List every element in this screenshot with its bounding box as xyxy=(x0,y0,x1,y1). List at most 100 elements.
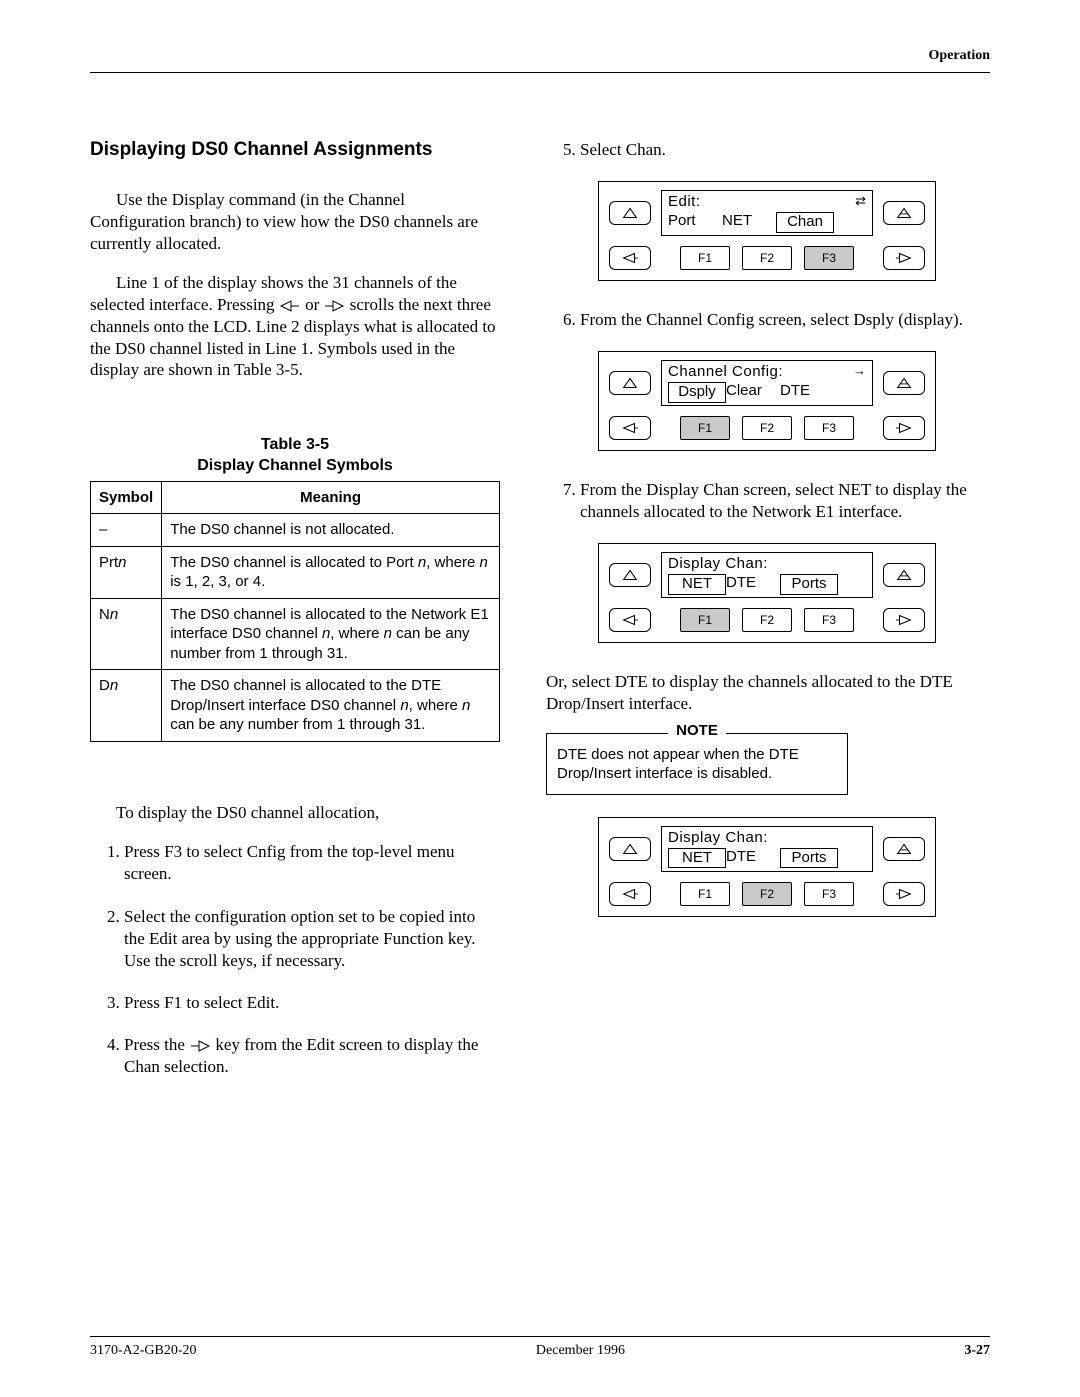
lcd-option: DTE xyxy=(726,848,780,869)
nav-right-button[interactable] xyxy=(883,246,925,270)
step-3: Press F1 to select Edit. xyxy=(124,992,500,1014)
lcd-option: Clear xyxy=(726,382,780,403)
right-steps-list-2: From the Channel Config screen, select D… xyxy=(546,309,988,331)
nav-up-alt-button[interactable] xyxy=(883,837,925,861)
nav-up-alt-button[interactable] xyxy=(883,371,925,395)
intro-para-1: Use the Display command (in the Channel … xyxy=(90,189,500,254)
footer-left: 3170-A2-GB20-20 xyxy=(90,1343,197,1359)
fkey-f1[interactable]: F1 xyxy=(680,246,730,270)
lcd-screen: Display Chan:NETDTEPorts xyxy=(661,552,873,598)
lcd-line1: Channel Config: xyxy=(668,363,866,382)
meaning-cell: The DS0 channel is not allocated. xyxy=(162,514,500,547)
lcd-panel-2: Channel Config:→DsplyClearDTE F1 F2 F3 xyxy=(598,351,936,451)
nav-up-alt-button[interactable] xyxy=(883,201,925,225)
right-steps-list: Select Chan. xyxy=(546,139,988,161)
scroll-left-icon xyxy=(279,300,301,312)
nav-right-button[interactable] xyxy=(883,416,925,440)
section-heading: Displaying DS0 Channel Assignments xyxy=(90,139,500,161)
nav-left-button[interactable] xyxy=(609,608,651,632)
lcd-screen: Edit:⇄PortNETChan xyxy=(661,190,873,236)
lcd-screen: Channel Config:→DsplyClearDTE xyxy=(661,360,873,406)
steps-intro-text: To display the DS0 channel allocation, xyxy=(116,803,379,822)
fkey-f3[interactable]: F3 xyxy=(804,416,854,440)
nav-right-button[interactable] xyxy=(883,608,925,632)
nav-up-button[interactable] xyxy=(609,563,651,587)
scroll-right-icon xyxy=(189,1040,211,1052)
lcd-line2: PortNETChan xyxy=(668,212,866,233)
fkey-f3[interactable]: F3 xyxy=(804,608,854,632)
nav-up-alt-button[interactable] xyxy=(883,563,925,587)
lcd-option: Ports xyxy=(780,848,838,869)
lcd-option: Dsply xyxy=(668,382,726,403)
lcd-scroll-indicator-icon: ⇄ xyxy=(855,194,866,207)
symbol-cell: Prtn xyxy=(91,546,162,598)
fkey-row: F1 F2 F3 xyxy=(661,882,873,906)
fkey-row: F1 F2 F3 xyxy=(661,246,873,270)
nav-up-button[interactable] xyxy=(609,201,651,225)
intro-2b: or xyxy=(301,295,324,314)
lcd-option: NET xyxy=(722,212,776,233)
scroll-right-icon xyxy=(323,300,345,312)
symbol-cell: Nn xyxy=(91,598,162,670)
intro-para-2: Line 1 of the display shows the 31 chann… xyxy=(90,272,500,381)
lcd-panel-4: Display Chan:NETDTEPorts F1 F2 F3 xyxy=(598,817,936,917)
note-box: NOTE DTE does not appear when the DTE Dr… xyxy=(546,733,848,795)
lcd-line2: NETDTEPorts xyxy=(668,848,866,869)
fkey-f2[interactable]: F2 xyxy=(742,882,792,906)
meaning-cell: The DS0 channel is allocated to Port n, … xyxy=(162,546,500,598)
th-meaning: Meaning xyxy=(162,481,500,514)
footer-center: December 1996 xyxy=(536,1343,625,1359)
lcd-line2: NETDTEPorts xyxy=(668,574,866,595)
right-steps-list-3: From the Display Chan screen, select NET… xyxy=(546,479,988,523)
step-1: Press F3 to select Cnfig from the top-le… xyxy=(124,841,500,885)
footer-page-number: 3-27 xyxy=(964,1343,990,1359)
fkey-f3[interactable]: F3 xyxy=(804,882,854,906)
lcd-panel-1: Edit:⇄PortNETChanF1F2F3 xyxy=(598,181,936,281)
lcd-line2: DsplyClearDTE xyxy=(668,382,866,403)
step-6: From the Channel Config screen, select D… xyxy=(580,309,988,331)
intro-para-1-text: Use the Display command (in the Channel … xyxy=(90,190,478,253)
lcd-option: NET xyxy=(668,848,726,869)
symbol-cell: – xyxy=(91,514,162,547)
nav-left-button[interactable] xyxy=(609,416,651,440)
lcd-option: DTE xyxy=(726,574,780,595)
lcd-line1: Display Chan: xyxy=(668,555,866,574)
table-row: NnThe DS0 channel is allocated to the Ne… xyxy=(91,598,500,670)
top-rule xyxy=(90,72,990,73)
lcd-panel-3: Display Chan:NETDTEPorts F1 F2 F3 xyxy=(598,543,936,643)
lcd-screen: Display Chan:NETDTEPorts xyxy=(661,826,873,872)
header-section-label: Operation xyxy=(90,48,990,64)
note-body: DTE does not appear when the DTE Drop/In… xyxy=(547,739,847,794)
fkey-f1[interactable]: F1 xyxy=(680,416,730,440)
meaning-cell: The DS0 channel is allocated to the Netw… xyxy=(162,598,500,670)
lcd-line1: Display Chan: xyxy=(668,829,866,848)
nav-right-button[interactable] xyxy=(883,882,925,906)
nav-left-button[interactable] xyxy=(609,882,651,906)
step-5: Select Chan. xyxy=(580,139,988,161)
meaning-cell: The DS0 channel is allocated to the DTE … xyxy=(162,670,500,742)
fkey-row: F1 F2 F3 xyxy=(661,608,873,632)
fkey-f3[interactable]: F3 xyxy=(804,246,854,270)
th-symbol: Symbol xyxy=(91,481,162,514)
symbol-cell: Dn xyxy=(91,670,162,742)
fkey-f2[interactable]: F2 xyxy=(742,416,792,440)
nav-up-button[interactable] xyxy=(609,371,651,395)
table-caption: Table 3-5 Display Channel Symbols xyxy=(90,435,500,477)
fkey-f2[interactable]: F2 xyxy=(742,246,792,270)
lcd-option: Chan xyxy=(776,212,834,233)
table-row: PrtnThe DS0 channel is allocated to Port… xyxy=(91,546,500,598)
left-steps-list: Press F3 to select Cnfig from the top-le… xyxy=(90,841,500,1078)
fkey-f1[interactable]: F1 xyxy=(680,608,730,632)
steps-intro: To display the DS0 channel allocation, xyxy=(90,802,500,824)
step-2: Select the configuration option set to b… xyxy=(124,906,500,972)
fkey-f1[interactable]: F1 xyxy=(680,882,730,906)
lcd-option: NET xyxy=(668,574,726,595)
fkey-f2[interactable]: F2 xyxy=(742,608,792,632)
table-row: DnThe DS0 channel is allocated to the DT… xyxy=(91,670,500,742)
nav-left-button[interactable] xyxy=(609,246,651,270)
lcd-option: DTE xyxy=(780,382,834,403)
table-caption-line2: Display Channel Symbols xyxy=(90,456,500,477)
fkey-row: F1 F2 F3 xyxy=(661,416,873,440)
nav-up-button[interactable] xyxy=(609,837,651,861)
lcd-option: Port xyxy=(668,212,722,233)
